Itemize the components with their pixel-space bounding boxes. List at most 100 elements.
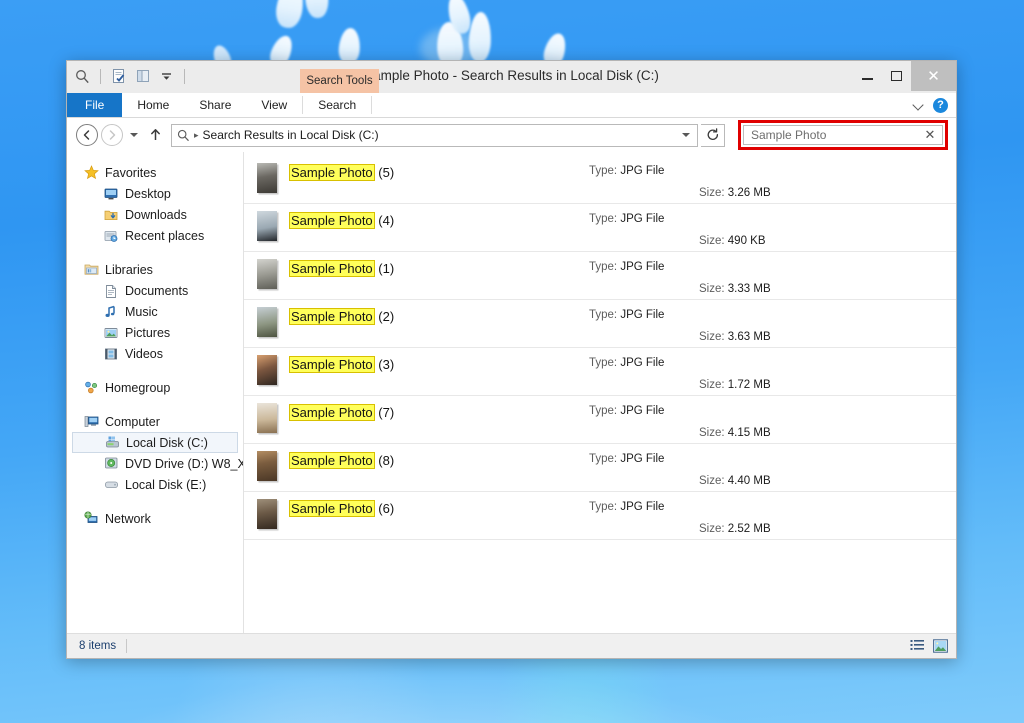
sidebar-item-homegroup[interactable]: Homegroup [67, 377, 243, 398]
file-name-cell: Sample Photo (1) [289, 258, 589, 277]
table-row[interactable]: Sample Photo (1) Type: JPG File Size: 3.… [244, 252, 956, 300]
table-row[interactable]: Sample Photo (3) Type: JPG File Size: 1.… [244, 348, 956, 396]
sidebar-item-desktop[interactable]: Desktop [67, 183, 243, 204]
address-bar[interactable]: ▸ Search Results in Local Disk (C:) [171, 123, 698, 147]
file-type: Type: JPG File [589, 501, 665, 513]
sidebar-item-label: Documents [125, 283, 189, 298]
sidebar-item-label: Computer [105, 414, 160, 429]
sidebar-item-local-disk-c[interactable]: Local Disk (C:) [72, 432, 238, 453]
chevron-down-icon[interactable] [679, 125, 693, 146]
dvd-drive-icon [103, 456, 119, 472]
file-type: Type: JPG File [589, 165, 665, 177]
thumbnail-cell [244, 306, 289, 337]
sidebar-item-label: Local Disk (E:) [125, 477, 207, 492]
table-row[interactable]: Sample Photo (4) Type: JPG File Size: 49… [244, 204, 956, 252]
details-view-icon[interactable] [909, 638, 926, 654]
tab-search[interactable]: Search [303, 93, 371, 117]
refresh-button[interactable] [701, 123, 725, 147]
maximize-button[interactable] [882, 61, 911, 91]
table-row[interactable]: Sample Photo (5) Type: JPG File Size: 3.… [244, 156, 956, 204]
window-controls: ✕ [853, 61, 956, 91]
search-match-highlight: Sample Photo [289, 260, 375, 277]
libraries-icon [83, 262, 99, 278]
search-match-highlight: Sample Photo [289, 452, 375, 469]
desktop-wallpaper: Sample Photo - Search Results in Local D… [0, 0, 1024, 723]
sidebar-item-music[interactable]: Music [67, 301, 243, 322]
tab-view[interactable]: View [246, 93, 302, 117]
toolbar-divider [184, 68, 185, 84]
properties-icon[interactable] [109, 67, 128, 86]
sidebar-item-dvd-drive-d[interactable]: DVD Drive (D:) W8_X [67, 453, 243, 474]
sidebar-item-favorites[interactable]: Favorites [67, 162, 243, 183]
status-bar: 8 items [67, 633, 956, 658]
file-name-rest: (7) [374, 405, 395, 420]
file-name-rest: (2) [374, 309, 395, 324]
homegroup-icon [83, 380, 99, 396]
sidebar-item-documents[interactable]: Documents [67, 280, 243, 301]
file-name-cell: Sample Photo (2) [289, 306, 589, 325]
large-icons-view-icon[interactable] [932, 638, 949, 654]
sidebar-item-label: Favorites [105, 165, 157, 180]
sidebar-item-libraries[interactable]: Libraries [67, 259, 243, 280]
sidebar-item-downloads[interactable]: Downloads [67, 204, 243, 225]
table-row[interactable]: Sample Photo (7) Type: JPG File Size: 4.… [244, 396, 956, 444]
thumbnail-cell [244, 498, 289, 529]
up-button[interactable] [145, 124, 165, 146]
title-bar: Sample Photo - Search Results in Local D… [67, 61, 956, 93]
search-input-value: Sample Photo [751, 128, 827, 142]
recent-locations-button[interactable] [126, 124, 142, 146]
sidebar-item-label: Homegroup [105, 380, 171, 395]
thumbnail-cell [244, 258, 289, 289]
file-name-rest: (1) [374, 261, 395, 276]
sidebar-item-label: Videos [125, 346, 163, 361]
sidebar-item-recent-places[interactable]: Recent places [67, 225, 243, 246]
item-count: 8 items [79, 640, 117, 652]
search-input[interactable]: Sample Photo ✕ [743, 125, 943, 145]
file-name-cell: Sample Photo (7) [289, 402, 589, 421]
file-explorer-window: Sample Photo - Search Results in Local D… [66, 60, 957, 659]
new-folder-icon[interactable] [133, 67, 152, 86]
file-name-rest: (6) [374, 501, 395, 516]
close-icon[interactable]: ✕ [922, 127, 938, 143]
sidebar-item-local-disk-e[interactable]: Local Disk (E:) [67, 474, 243, 495]
file-type: Type: JPG File [589, 405, 665, 417]
table-row[interactable]: Sample Photo (6) Type: JPG File Size: 2.… [244, 492, 956, 540]
contextual-tab-header: Search Tools [300, 69, 379, 93]
search-icon [177, 129, 190, 142]
file-name-rest: (3) [374, 357, 395, 372]
minimize-button[interactable] [853, 61, 882, 91]
close-button[interactable]: ✕ [911, 61, 956, 91]
toolbar-divider [100, 68, 101, 84]
ribbon-tabstrip: File Home Share View Search ? [67, 93, 956, 118]
forward-button[interactable] [101, 124, 123, 146]
tab-share[interactable]: Share [184, 93, 246, 117]
desktop-icon [103, 186, 119, 202]
file-thumbnail [256, 499, 277, 529]
search-match-highlight: Sample Photo [289, 356, 375, 373]
table-row[interactable]: Sample Photo (8) Type: JPG File Size: 4.… [244, 444, 956, 492]
sidebar-item-label: Music [125, 304, 158, 319]
tab-file[interactable]: File [67, 93, 123, 117]
file-name-rest: (4) [374, 213, 395, 228]
customize-quick-access-icon[interactable] [157, 67, 176, 86]
file-name-rest: (8) [374, 453, 395, 468]
downloads-folder-icon [103, 207, 119, 223]
view-mode-buttons [909, 638, 949, 654]
tab-home[interactable]: Home [122, 93, 184, 117]
sidebar-item-videos[interactable]: Videos [67, 343, 243, 364]
file-thumbnail [256, 355, 277, 385]
help-icon[interactable]: ? [933, 97, 948, 113]
sidebar-item-computer[interactable]: Computer [67, 411, 243, 432]
sidebar-item-pictures[interactable]: Pictures [67, 322, 243, 343]
flower-petal-icon [303, 0, 330, 19]
sidebar-item-network[interactable]: Network [67, 508, 243, 529]
window-title: Sample Photo - Search Results in Local D… [364, 68, 659, 83]
back-button[interactable] [76, 124, 98, 146]
search-icon[interactable] [73, 67, 92, 86]
search-highlight-annotation: Sample Photo ✕ [738, 120, 948, 150]
table-row[interactable]: Sample Photo (2) Type: JPG File Size: 3.… [244, 300, 956, 348]
chevron-down-icon[interactable] [913, 100, 924, 111]
status-divider [126, 639, 128, 653]
